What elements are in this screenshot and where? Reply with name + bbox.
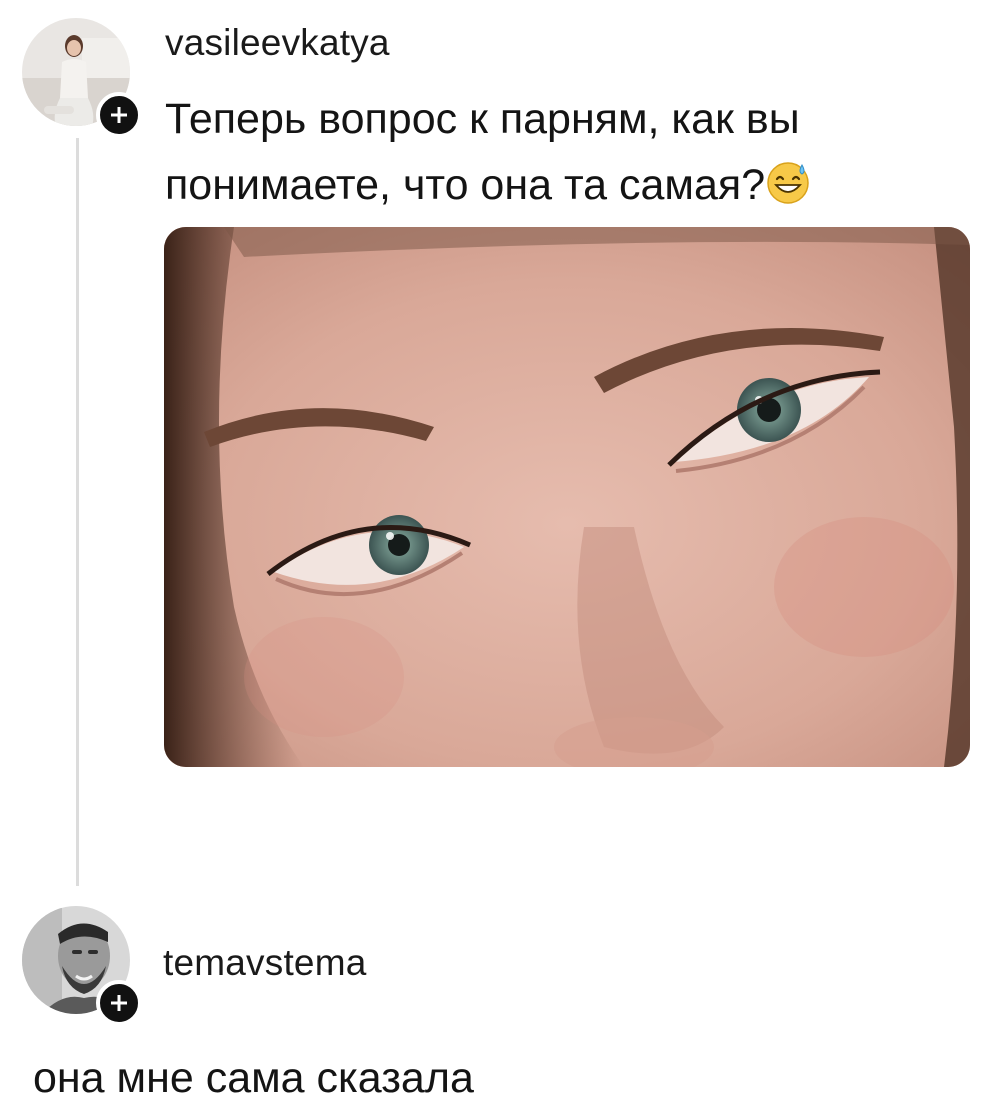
grinning-sweat-emoji-icon: [765, 159, 811, 205]
post-photo[interactable]: [164, 227, 970, 767]
plus-icon: [111, 995, 127, 1011]
reply-author-username[interactable]: temavstema: [163, 942, 367, 984]
reply-follow-button[interactable]: [96, 980, 142, 1026]
post-text-content: Теперь вопрос к парням, как вы понимаете…: [165, 95, 800, 209]
thread-connector-line: [76, 138, 79, 886]
post-text: Теперь вопрос к парням, как вы понимаете…: [165, 86, 945, 218]
post-author-username[interactable]: vasileevkatya: [165, 22, 390, 64]
follow-button[interactable]: [96, 92, 142, 138]
plus-icon: [111, 107, 127, 123]
reply-text: она мне сама сказала: [33, 1054, 474, 1102]
